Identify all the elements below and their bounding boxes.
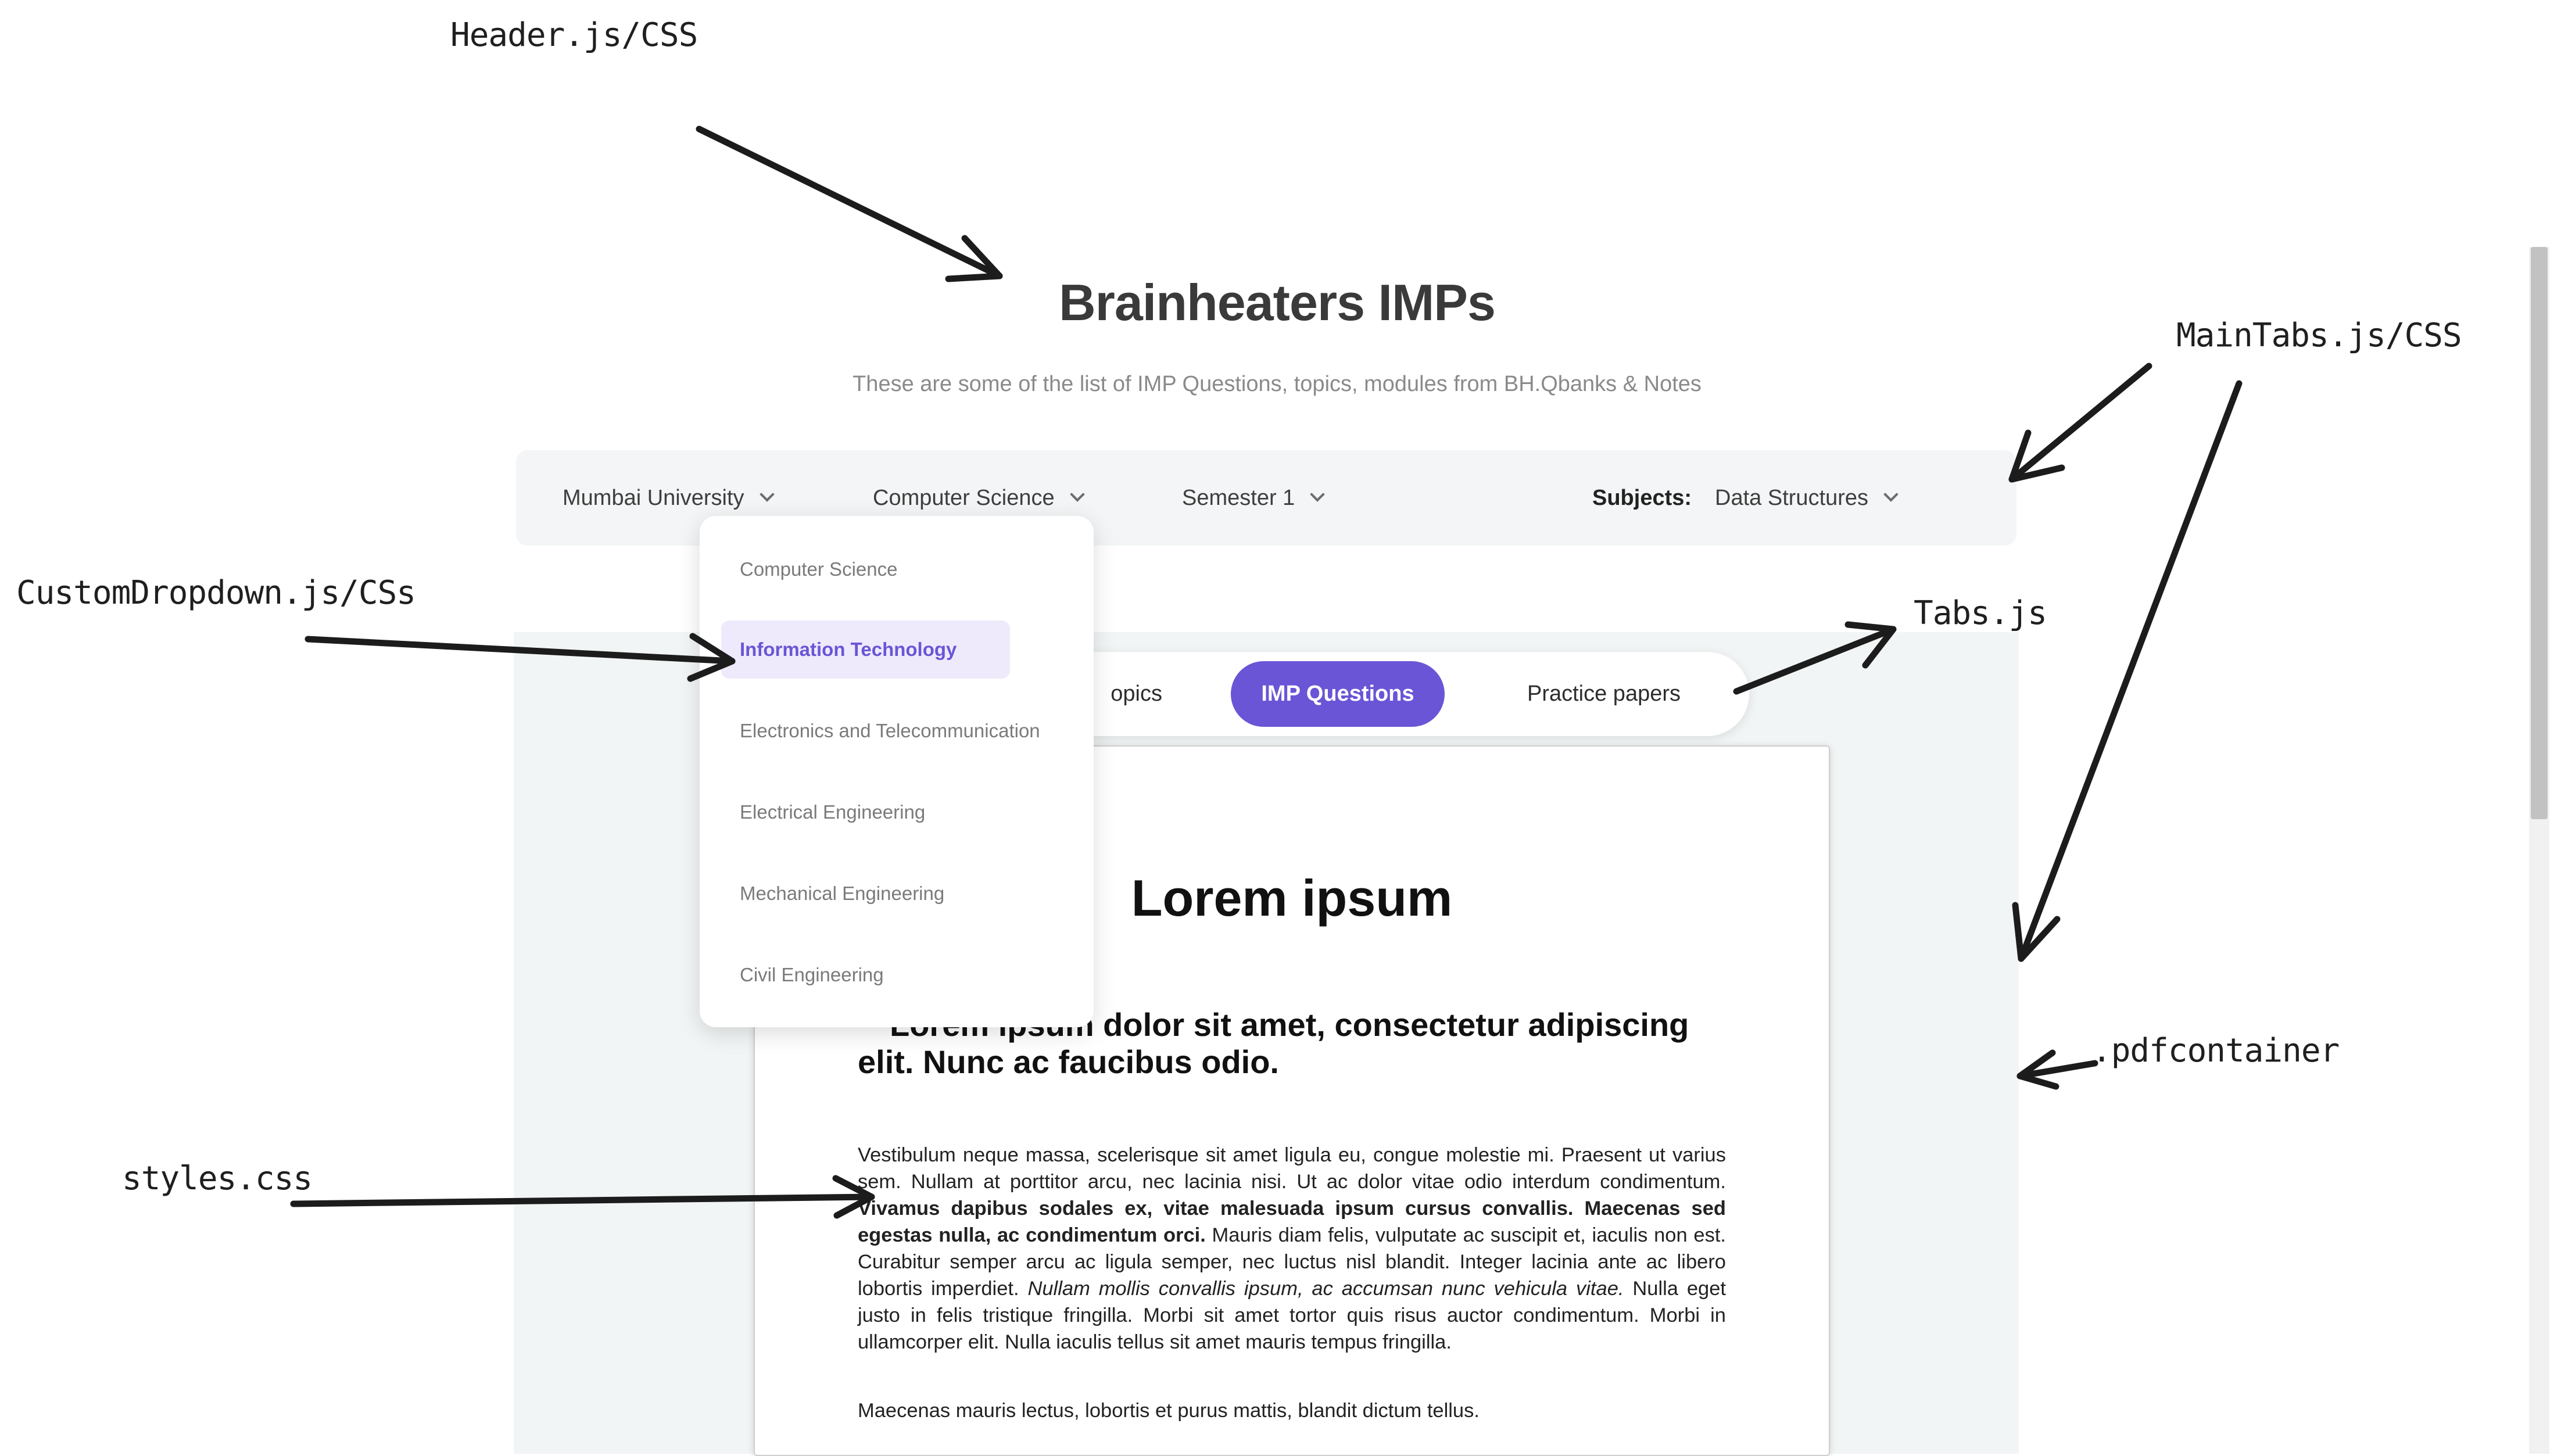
- arrowhead-icon: [2008, 429, 2065, 483]
- branch-dropdown-menu: Computer Science Information Technology …: [700, 516, 1094, 1027]
- scrollbar-thumb[interactable]: [2531, 247, 2548, 819]
- doc-text-italic: Nullam mollis convallis ipsum, ac accums…: [1027, 1278, 1624, 1300]
- chevron-down-icon: [1069, 487, 1085, 502]
- subjects-dropdown[interactable]: Subjects: Data Structures: [1592, 450, 1899, 546]
- page-title: Brainheaters IMPs: [1059, 274, 1496, 331]
- annotation-dropdown: CustomDropdown.js/CSs: [16, 574, 416, 612]
- dropdown-option-selected[interactable]: Information Technology: [721, 621, 1010, 679]
- arrowhead-icon: [2016, 1049, 2059, 1090]
- dropdown-option[interactable]: Electronics and Telecommunication: [721, 702, 1040, 760]
- university-label: Mumbai University: [563, 485, 744, 510]
- dropdown-option[interactable]: Civil Engineering: [721, 946, 884, 1004]
- annotation-styles: styles.css: [122, 1160, 313, 1197]
- branch-label: Computer Science: [873, 485, 1055, 510]
- annotation-pdfcontainer: .pdfcontainer: [2092, 1032, 2340, 1070]
- dropdown-option[interactable]: Mechanical Engineering: [721, 865, 944, 923]
- tab-practice-papers-label: Practice papers: [1527, 682, 1681, 706]
- annotation-header: Header.js/CSS: [450, 16, 698, 54]
- dropdown-option[interactable]: Electrical Engineering: [721, 783, 925, 841]
- doc-paragraph-2: Maecenas mauris lectus, lobortis et puru…: [858, 1400, 1480, 1422]
- subjects-label: Subjects:: [1592, 485, 1692, 510]
- arrowhead-icon: [2012, 902, 2061, 962]
- semester-label: Semester 1: [1182, 485, 1295, 510]
- arrow-main-tabs-2: [2018, 380, 2243, 962]
- doc-text: Vestibulum neque massa, scelerisque sit …: [858, 1144, 1726, 1193]
- semester-dropdown[interactable]: Semester 1: [1182, 450, 1326, 546]
- annotation-tabs: Tabs.js: [1914, 594, 2047, 632]
- dropdown-option[interactable]: Computer Science: [721, 540, 897, 598]
- subject-value: Data Structures: [1715, 485, 1869, 510]
- arrow-pdfcontainer: [2016, 1060, 2098, 1080]
- arrow-header: [696, 125, 1003, 279]
- chevron-down-icon: [1310, 487, 1326, 502]
- tab-topics-label: opics: [1111, 682, 1162, 706]
- chevron-down-icon: [759, 487, 775, 502]
- tab-practice-papers[interactable]: Practice papers: [1482, 652, 1726, 736]
- tab-imp-questions[interactable]: IMP Questions: [1231, 661, 1445, 727]
- doc-paragraph-1: Vestibulum neque massa, scelerisque sit …: [858, 1142, 1726, 1355]
- tab-imp-questions-label: IMP Questions: [1261, 682, 1414, 706]
- chevron-down-icon: [1883, 487, 1899, 502]
- page-subtitle: These are some of the list of IMP Questi…: [852, 372, 1702, 396]
